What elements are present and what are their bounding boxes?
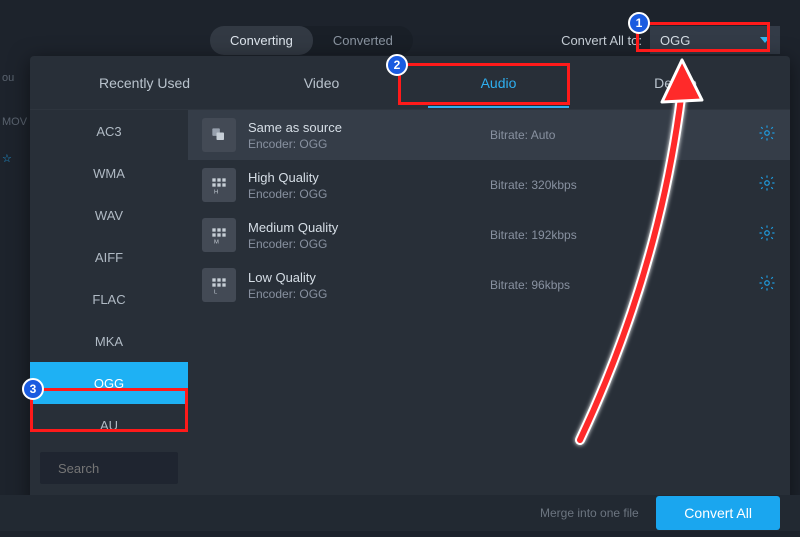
preset-title: Low Quality xyxy=(248,270,478,285)
app-window: ou MOV ☆ Converting Converted Convert Al… xyxy=(0,0,800,537)
preset-text: Same as source Encoder: OGG xyxy=(248,120,478,151)
gear-icon[interactable] xyxy=(758,174,776,197)
preset-row[interactable]: M Medium Quality Encoder: OGG Bitrate: 192k… xyxy=(188,210,790,260)
preset-text: Medium Quality Encoder: OGG xyxy=(248,220,478,251)
panel-body: AC3WMAWAVAIFFFLACMKAOGGAU Same as source… xyxy=(30,110,790,507)
preset-text: High Quality Encoder: OGG xyxy=(248,170,478,201)
sidebar-format-wma[interactable]: WMA xyxy=(30,152,188,194)
format-panel: Recently Used Video Audio Device AC3WMAW… xyxy=(30,56,790,507)
convert-all-group: Convert All to: OGG xyxy=(561,26,780,54)
format-sidebar: AC3WMAWAVAIFFFLACMKAOGGAU xyxy=(30,110,188,507)
sidebar-format-aiff[interactable]: AIFF xyxy=(30,236,188,278)
sidebar-format-mka[interactable]: MKA xyxy=(30,320,188,362)
tab-device[interactable]: Device xyxy=(587,59,764,107)
preset-encoder: Encoder: OGG xyxy=(248,287,478,301)
dropdown-value: OGG xyxy=(660,33,690,48)
gear-icon[interactable] xyxy=(758,274,776,297)
sidebar-format-au[interactable]: AU xyxy=(30,404,188,446)
svg-text:H: H xyxy=(214,189,218,195)
merge-label: Merge into one file xyxy=(540,506,639,520)
convert-all-button[interactable]: Convert All xyxy=(656,496,780,530)
preset-icon xyxy=(202,118,236,152)
preset-row[interactable]: L Low Quality Encoder: OGG Bitrate: 96kbps xyxy=(188,260,790,310)
preset-title: Same as source xyxy=(248,120,478,135)
sidebar-format-wav[interactable]: WAV xyxy=(30,194,188,236)
bottom-bar: Merge into one file Convert All xyxy=(0,495,800,531)
preset-list: Same as source Encoder: OGG Bitrate: Auto H… xyxy=(188,110,790,507)
preset-icon: M xyxy=(202,218,236,252)
tab-recently-used[interactable]: Recently Used xyxy=(56,59,233,107)
top-tab-group: Converting Converted xyxy=(210,26,413,55)
preset-encoder: Encoder: OGG xyxy=(248,137,478,151)
sidebar-format-flac[interactable]: FLAC xyxy=(30,278,188,320)
chevron-down-icon xyxy=(760,37,770,43)
preset-bitrate: Bitrate: Auto xyxy=(490,128,650,142)
tab-video[interactable]: Video xyxy=(233,59,410,107)
sidebar-format-ogg[interactable]: OGG xyxy=(30,362,188,404)
category-tabs: Recently Used Video Audio Device xyxy=(30,56,790,110)
preset-bitrate: Bitrate: 192kbps xyxy=(490,228,650,242)
svg-text:L: L xyxy=(214,289,218,295)
preset-text: Low Quality Encoder: OGG xyxy=(248,270,478,301)
svg-text:M: M xyxy=(214,239,219,245)
sidebar-format-ac3[interactable]: AC3 xyxy=(30,110,188,152)
preset-icon: L xyxy=(202,268,236,302)
preset-title: Medium Quality xyxy=(248,220,478,235)
preset-row[interactable]: Same as source Encoder: OGG Bitrate: Auto xyxy=(188,110,790,160)
search-box[interactable] xyxy=(40,452,178,484)
tab-audio[interactable]: Audio xyxy=(410,59,587,107)
left-edge-hint: ou MOV ☆ xyxy=(0,60,30,497)
convert-all-dropdown[interactable]: OGG xyxy=(650,26,780,54)
preset-encoder: Encoder: OGG xyxy=(248,187,478,201)
preset-icon: H xyxy=(202,168,236,202)
preset-bitrate: Bitrate: 320kbps xyxy=(490,178,650,192)
gear-icon[interactable] xyxy=(758,224,776,247)
preset-row[interactable]: H High Quality Encoder: OGG Bitrate: 320kbp… xyxy=(188,160,790,210)
gear-icon[interactable] xyxy=(758,124,776,147)
preset-title: High Quality xyxy=(248,170,478,185)
preset-bitrate: Bitrate: 96kbps xyxy=(490,278,650,292)
convert-all-label: Convert All to: xyxy=(561,33,642,48)
tab-converted[interactable]: Converted xyxy=(313,26,413,55)
preset-encoder: Encoder: OGG xyxy=(248,237,478,251)
tab-converting[interactable]: Converting xyxy=(210,26,313,55)
